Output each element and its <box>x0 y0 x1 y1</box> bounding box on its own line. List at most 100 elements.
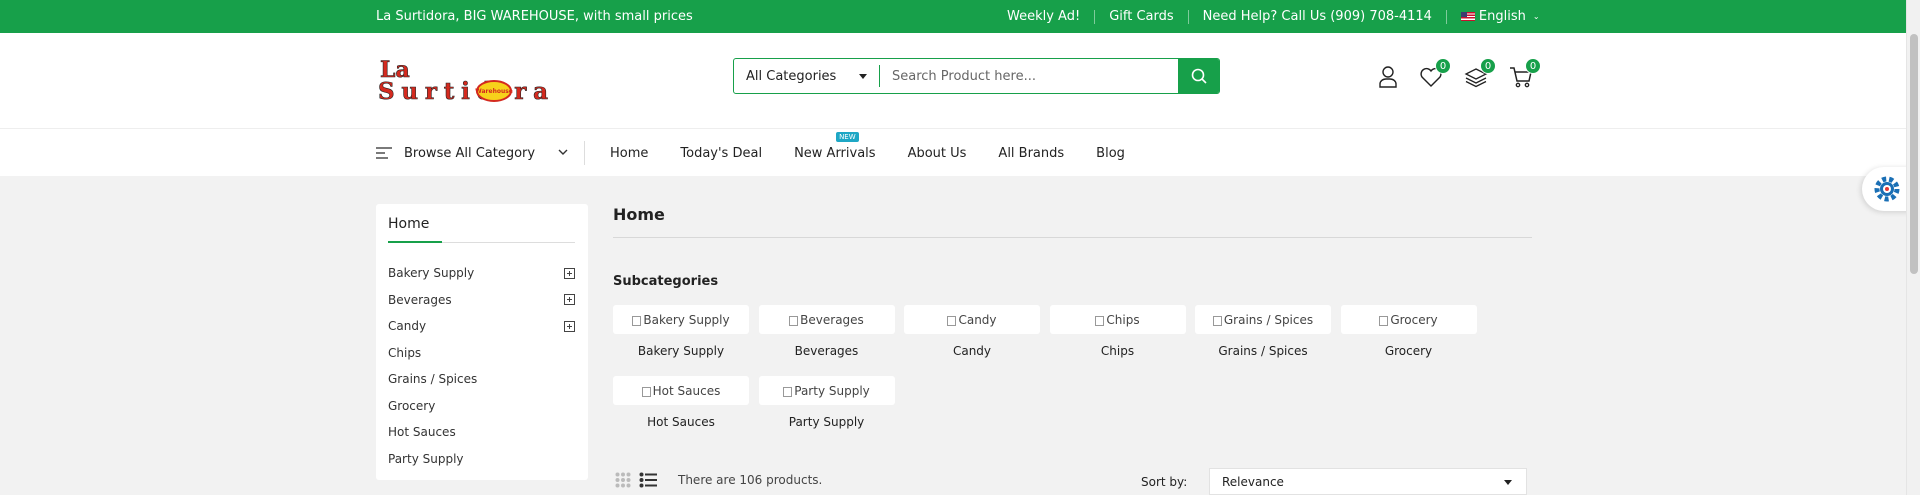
image-alt-text: Beverages <box>800 312 864 327</box>
sidebar-item-beverages[interactable]: Beverages <box>388 287 575 314</box>
svg-text:Warehouse: Warehouse <box>475 88 513 95</box>
compare-button[interactable]: 0 <box>1462 58 1496 91</box>
top-bar: La Surtidora, BIG WAREHOUSE, with small … <box>0 0 1920 33</box>
header: La Surtid ra Warehouse All Categories 0 … <box>0 33 1920 128</box>
image-alt-text: Hot Sauces <box>652 383 721 398</box>
subcategory-tile[interactable]: Hot Sauces Hot Sauces <box>613 376 749 447</box>
sidebar-item-bakery-supply[interactable]: Bakery Supply <box>388 260 575 287</box>
wishlist-count-badge: 0 <box>1435 58 1451 74</box>
wishlist-button[interactable]: 0 <box>1417 58 1451 91</box>
broken-image-icon <box>783 386 793 397</box>
cart-button[interactable]: 0 <box>1507 58 1541 91</box>
subcategories-heading: Subcategories <box>613 274 719 289</box>
sidebar-item-label: Grains / Spices <box>388 372 478 387</box>
nav-new-arrivals[interactable]: New Arrivals NEW <box>794 131 876 161</box>
settings-widget[interactable] <box>1862 167 1912 211</box>
browse-category-dropdown[interactable]: Browse All Category <box>376 129 584 177</box>
site-logo[interactable]: La Surtid ra Warehouse <box>376 55 552 106</box>
plus-box-icon[interactable] <box>564 267 575 279</box>
gear-icon <box>1874 176 1900 202</box>
plus-box-icon[interactable] <box>564 320 575 332</box>
category-select[interactable]: All Categories <box>734 59 879 93</box>
grid-view-icon[interactable] <box>615 472 631 488</box>
subcategory-image[interactable]: Grains / Spices <box>1195 305 1331 334</box>
subcategory-tile[interactable]: Grocery Grocery <box>1340 305 1477 376</box>
sidebar-title[interactable]: Home <box>388 216 429 232</box>
subcategory-label[interactable]: Beverages <box>795 344 859 358</box>
sidebar-title-underline <box>388 241 442 243</box>
caret-down-icon <box>1504 480 1512 485</box>
subcategory-image[interactable]: Bakery Supply <box>613 305 749 334</box>
broken-image-icon <box>947 315 957 326</box>
sidebar-item-label: Bakery Supply <box>388 266 475 281</box>
subcategory-label[interactable]: Party Supply <box>789 415 865 429</box>
sidebar-list: Bakery Supply Beverages Candy Chips Grai… <box>388 260 575 472</box>
svg-text:Surtid ra: Surtid ra <box>378 78 548 103</box>
nav-blog[interactable]: Blog <box>1096 146 1125 161</box>
list-view-icon[interactable] <box>639 472 657 488</box>
subcategory-label[interactable]: Grains / Spices <box>1218 344 1307 358</box>
subcategory-image[interactable]: Chips <box>1049 305 1186 334</box>
subcategory-label[interactable]: Hot Sauces <box>647 415 715 429</box>
image-alt-text: Party Supply <box>794 383 870 398</box>
nav-home[interactable]: Home <box>610 146 648 161</box>
scrollbar-thumb[interactable] <box>1910 34 1918 274</box>
image-alt-text: Bakery Supply <box>643 312 730 327</box>
page-scrollbar[interactable] <box>1906 0 1920 495</box>
product-count: There are 106 products. <box>678 473 823 487</box>
compare-count-badge: 0 <box>1480 58 1496 74</box>
nav-about-us[interactable]: About Us <box>908 146 967 161</box>
nav-new-arrivals-label: New Arrivals <box>794 145 876 161</box>
help-phone-link[interactable]: Need Help? Call Us (909) 708-4114 <box>1189 9 1447 24</box>
subcategory-image[interactable]: Candy <box>904 305 1040 334</box>
user-icon <box>1379 66 1397 88</box>
sidebar-item-chips[interactable]: Chips <box>388 340 575 367</box>
image-alt-text: Chips <box>1106 312 1140 327</box>
broken-image-icon <box>789 315 799 326</box>
subcategory-image[interactable]: Grocery <box>1340 305 1477 334</box>
nav-menu: Home Today's Deal New Arrivals NEW About… <box>610 129 1157 177</box>
search-button[interactable] <box>1178 59 1219 93</box>
subcategory-label[interactable]: Grocery <box>1385 344 1432 358</box>
subcategory-tile[interactable]: Chips Chips <box>1049 305 1186 376</box>
title-divider <box>613 237 1532 238</box>
broken-image-icon <box>632 315 642 326</box>
broken-image-icon <box>641 386 651 397</box>
us-flag-icon <box>1460 12 1475 21</box>
image-alt-text: Grocery <box>1390 312 1438 327</box>
view-toggles <box>615 472 657 488</box>
sidebar-item-hot-sauces[interactable]: Hot Sauces <box>388 419 575 446</box>
gift-cards-link[interactable]: Gift Cards <box>1095 9 1189 24</box>
search-input[interactable] <box>880 59 1178 93</box>
subcategory-grid: Bakery Supply Bakery Supply Beverages Beve… <box>613 305 1513 447</box>
weekly-ad-link[interactable]: Weekly Ad! <box>1007 9 1096 24</box>
language-selector[interactable]: English ⌄ <box>1447 9 1540 24</box>
sidebar-item-grains-spices[interactable]: Grains / Spices <box>388 366 575 393</box>
subcategory-label[interactable]: Bakery Supply <box>638 344 724 358</box>
subcategory-label[interactable]: Chips <box>1101 344 1134 358</box>
nav-todays-deal[interactable]: Today's Deal <box>680 146 762 161</box>
nav-divider <box>584 141 585 165</box>
sidebar-item-candy[interactable]: Candy <box>388 313 575 340</box>
sidebar-item-label: Grocery <box>388 398 436 413</box>
cart-count-badge: 0 <box>1525 58 1541 74</box>
subcategory-tile[interactable]: Beverages Beverages <box>758 305 895 376</box>
subcategory-image[interactable]: Party Supply <box>758 376 895 405</box>
sort-select[interactable]: Relevance <box>1209 468 1527 495</box>
subcategory-tile[interactable]: Bakery Supply Bakery Supply <box>613 305 749 376</box>
chevron-down-icon: ⌄ <box>1532 12 1540 21</box>
account-button[interactable] <box>1374 63 1402 91</box>
nav-all-brands[interactable]: All Brands <box>998 146 1064 161</box>
subcategory-label[interactable]: Candy <box>953 344 991 358</box>
subcategory-image[interactable]: Hot Sauces <box>613 376 749 405</box>
sidebar-item-grocery[interactable]: Grocery <box>388 393 575 420</box>
menu-lines-icon <box>376 147 392 159</box>
subcategory-tile[interactable]: Party Supply Party Supply <box>758 376 895 447</box>
subcategory-tile[interactable]: Grains / Spices Grains / Spices <box>1195 305 1331 376</box>
subcategory-tile[interactable]: Candy Candy <box>904 305 1040 376</box>
sidebar-item-label: Hot Sauces <box>388 425 456 440</box>
sidebar-item-party-supply[interactable]: Party Supply <box>388 446 575 473</box>
subcategory-image[interactable]: Beverages <box>758 305 895 334</box>
plus-box-icon[interactable] <box>564 294 575 306</box>
main-nav: Browse All Category Home Today's Deal Ne… <box>0 128 1920 176</box>
